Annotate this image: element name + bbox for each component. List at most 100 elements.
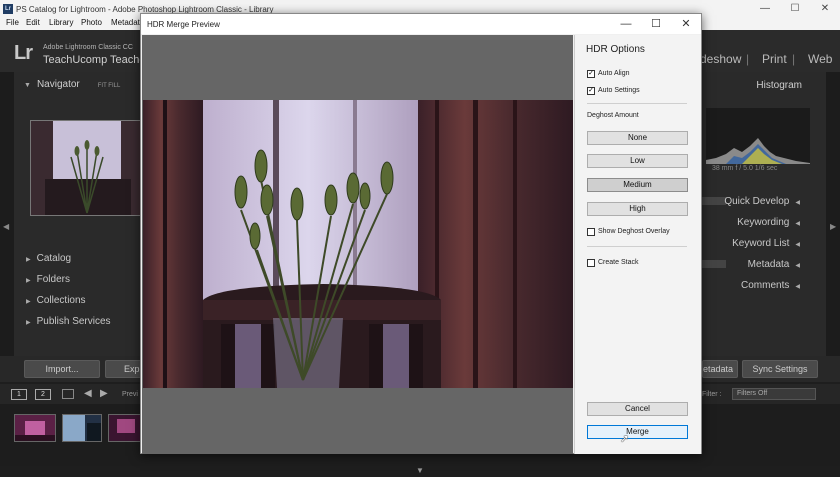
create-stack-checkbox[interactable] [587,259,595,267]
disclosure-left-icon: ◀ [795,263,800,269]
checkmark-icon: ✓ [588,70,594,77]
collapse-right-icon[interactable]: ▶ [830,222,836,231]
window-minimize-button[interactable]: — [750,0,780,18]
grid-view-icon[interactable] [62,389,74,399]
thumbnail-image [63,415,101,441]
right-section-keyword-list[interactable]: Keyword List ◀ [732,238,800,249]
module-slideshow[interactable]: deshow [700,52,741,66]
dialog-maximize-button[interactable]: ☐ [641,14,671,34]
navigator-title: Navigator [36,79,80,90]
merge-button[interactable]: Merge [587,425,688,439]
product-name: Adobe Lightroom Classic CC [43,44,133,51]
module-separator: | [792,52,796,66]
mouse-cursor-icon: ➚ [620,433,630,445]
disclosure-right-icon: ▶ [26,278,31,284]
left-section-publish-services[interactable]: ▶ Publish Services [26,316,111,327]
auto-align-checkbox[interactable]: ✓ [587,70,595,78]
navigator-zoom-options[interactable]: FIT FILL [98,83,121,89]
right-panel-edge[interactable]: ▶ [826,72,840,382]
module-web[interactable]: Web [808,52,832,66]
filter-select[interactable]: Filters Off [732,388,816,400]
right-section-metadata[interactable]: Metadata ◀ [748,259,800,270]
menu-photo[interactable]: Photo [81,18,102,27]
auto-settings-label[interactable]: Auto Settings [598,87,640,94]
forward-arrow-icon[interactable]: ▶ [100,388,108,399]
hdr-options-title: HDR Options [586,44,645,55]
secondary-window-button[interactable]: 2 [35,389,51,400]
histogram-title[interactable]: Histogram [756,80,802,91]
filmstrip-thumbnail[interactable] [14,414,56,442]
left-section-catalog[interactable]: ▶ Catalog [26,253,71,264]
right-section-quick-develop[interactable]: Quick Develop ◀ [724,196,800,207]
thumbnail-image [15,415,55,441]
navigator-header[interactable]: ▼ Navigator FIT FILL [24,79,120,90]
create-stack-label[interactable]: Create Stack [598,259,638,266]
left-panel [14,72,142,372]
dialog-title: HDR Merge Preview [147,20,220,29]
export-button[interactable]: Exp [105,360,143,378]
filmstrip-thumbnail[interactable] [62,414,102,442]
filmstrip-source-label[interactable]: Previ [122,391,138,398]
deghost-none-button[interactable]: None [587,131,688,145]
right-section-comments[interactable]: Comments ◀ [741,280,800,291]
deghost-medium-button[interactable]: Medium [587,178,688,192]
options-divider [587,103,687,104]
deghost-low-button[interactable]: Low [587,154,688,168]
disclosure-left-icon: ◀ [795,200,800,206]
window-close-button[interactable]: ✕ [810,0,840,18]
disclosure-left-icon: ◀ [795,221,800,227]
disclosure-left-icon: ◀ [795,242,800,248]
preview-photo [143,100,573,388]
lightroom-app-icon: Lr [3,4,13,14]
filter-label: Filter : [702,391,722,398]
histogram-exif-info: 38 mm f / 5.0 1/6 sec [712,165,778,172]
options-divider [587,246,687,247]
menu-edit[interactable]: Edit [26,18,40,27]
hdr-preview-image [143,100,573,388]
left-section-collections[interactable]: ▶ Collections [26,295,86,306]
navigator-preview-image [31,121,141,215]
module-separator: | [746,52,750,66]
sync-metadata-button[interactable]: etadata [702,360,738,378]
deghost-high-button[interactable]: High [587,202,688,216]
dialog-close-button[interactable]: ✕ [671,14,701,34]
left-panel-edge[interactable]: ◀ [0,72,14,382]
disclosure-right-icon: ▶ [26,257,31,263]
deghost-amount-label: Deghost Amount [587,112,639,119]
import-button[interactable]: Import... [24,360,100,378]
disclosure-right-icon: ▶ [26,320,31,326]
primary-window-button[interactable]: 1 [11,389,27,400]
auto-align-label[interactable]: Auto Align [598,70,630,77]
metadata-preset-select[interactable] [702,260,726,268]
show-deghost-overlay-checkbox[interactable] [587,228,595,236]
navigator-thumbnail[interactable] [30,120,142,216]
dialog-minimize-button[interactable]: — [611,14,641,34]
right-section-keywording[interactable]: Keywording ◀ [737,217,800,228]
quick-develop-preset-select[interactable] [702,197,726,205]
disclosure-down-icon: ▼ [24,82,31,89]
left-section-folders[interactable]: ▶ Folders [26,274,70,285]
disclosure-right-icon: ▶ [26,299,31,305]
menu-file[interactable]: File [6,18,19,27]
show-deghost-overlay-label[interactable]: Show Deghost Overlay [598,228,670,235]
checkmark-icon: ✓ [588,87,594,94]
sync-settings-button[interactable]: Sync Settings [742,360,818,378]
dialog-title-bar: HDR Merge Preview — ☐ ✕ [141,14,701,34]
module-print[interactable]: Print [762,52,787,66]
hdr-options-panel [574,35,701,454]
histogram-graph [706,138,810,164]
back-arrow-icon[interactable]: ◀ [84,388,92,399]
auto-settings-checkbox[interactable]: ✓ [587,87,595,95]
window-maximize-button[interactable]: ☐ [780,0,810,18]
histogram [706,108,810,164]
menu-library[interactable]: Library [49,18,73,27]
disclosure-left-icon: ◀ [795,284,800,290]
cancel-button[interactable]: Cancel [587,402,688,416]
filmstrip-thumbnail[interactable] [108,414,144,442]
lightroom-logo: Lr [14,42,33,64]
screen: { "window": { "icon_text": "Lr", "title"… [0,0,840,477]
thumbnail-image [109,415,143,441]
collapse-left-icon[interactable]: ◀ [3,222,9,231]
filmstrip-collapse-icon[interactable]: ▼ [416,466,424,475]
identity-plate: TeachUcomp Teache [43,54,146,66]
